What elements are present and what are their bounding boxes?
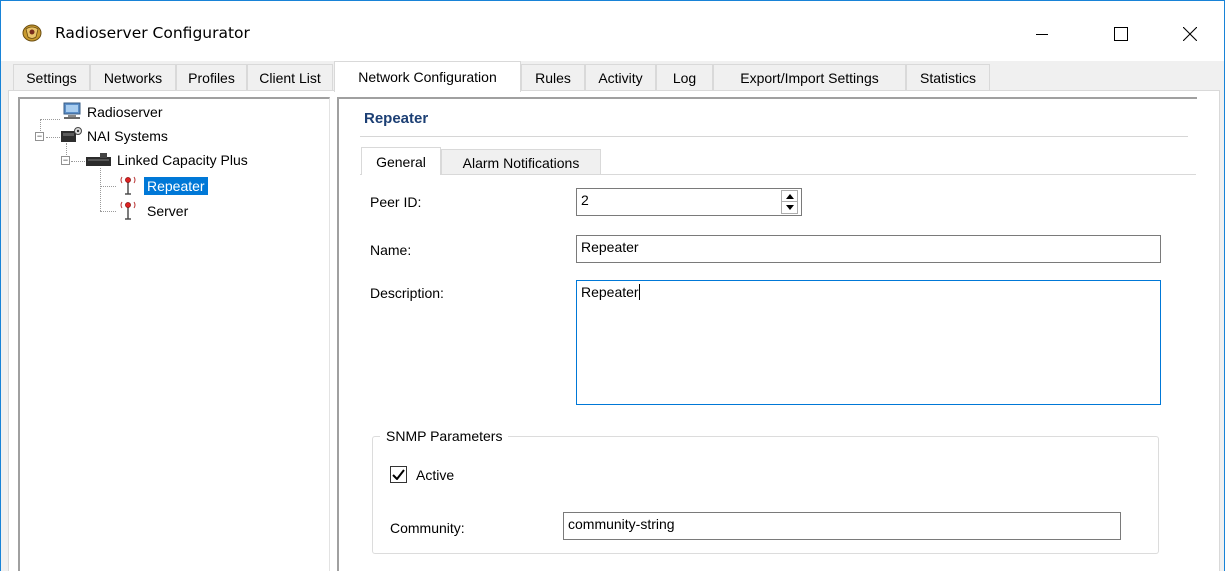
maximize-icon [1114,27,1128,41]
minimize-button[interactable] [1019,11,1065,57]
tab-activity[interactable]: Activity [585,64,656,90]
tree-item-label: Server [147,203,189,219]
stepper-up-button[interactable] [781,190,798,202]
tab-client-list[interactable]: Client List [247,64,333,90]
tree-item-label: Radioserver [87,104,163,120]
text-cursor [638,284,640,300]
window-title: Radioserver Configurator [55,24,250,42]
tab-network-configuration[interactable]: Network Configuration [334,61,521,92]
title-bar[interactable]: Radioserver Configurator [1,1,1224,61]
tree-item-label: Linked Capacity Plus [117,152,248,168]
tree-item-repeater[interactable]: Repeater [116,175,208,197]
section-title: Repeater [364,110,429,127]
capacity-system-icon [84,150,114,171]
name-label: Name: [370,242,412,258]
close-button[interactable] [1167,11,1213,57]
community-label: Community: [390,520,465,536]
snmp-group-title: SNMP Parameters [380,428,509,444]
chevron-up-icon [785,193,794,199]
tree-item-linked-capacity-plus[interactable]: Linked Capacity Plus [84,149,251,171]
subtab-divider [360,174,1196,175]
collapse-toggle-linked-capacity-plus[interactable]: − [61,156,70,165]
tree-item-label: Repeater [144,177,208,195]
peer-id-input[interactable]: 2 [576,188,802,216]
peer-id-label: Peer ID: [370,194,422,210]
checkmark-icon [392,469,405,480]
description-label: Description: [370,285,444,301]
antenna-icon [116,175,144,198]
tree-connector [71,161,85,162]
name-field[interactable]: Repeater [576,235,1161,263]
maximize-button[interactable] [1098,11,1144,57]
main-tab-bar: Settings Networks Profiles Client List N… [1,61,1224,92]
peer-id-stepper[interactable] [781,190,798,214]
tree-item-server[interactable]: Server [116,200,191,222]
tree-connector [40,119,60,120]
description-field[interactable]: Repeater [576,280,1161,405]
tree-item-nai-systems[interactable]: NAI Systems [58,125,171,147]
tree-connector [100,186,116,187]
network-tree[interactable]: − − Radioserver NAI Systems Linked Capac… [18,97,330,571]
chevron-down-icon [785,205,794,210]
radioserver-app-icon [21,23,43,43]
monitor-icon [58,102,84,123]
tab-log[interactable]: Log [656,64,713,90]
tab-profiles[interactable]: Profiles [176,64,247,90]
stepper-down-button[interactable] [781,202,798,214]
subtab-general[interactable]: General [361,147,441,175]
tab-rules[interactable]: Rules [521,64,585,90]
divider [360,136,1188,137]
network-systems-icon [58,126,84,147]
description-text: Repeater [581,284,639,300]
tree-connector [100,211,116,212]
tree-item-radioserver[interactable]: Radioserver [58,101,165,123]
active-checkbox[interactable] [390,466,407,483]
tree-connector [100,168,101,211]
close-icon [1183,27,1197,41]
tab-export-import-settings[interactable]: Export/Import Settings [713,64,906,90]
tab-settings[interactable]: Settings [13,64,90,90]
tab-networks[interactable]: Networks [90,64,176,90]
community-field[interactable]: community-string [563,512,1121,540]
tree-item-label: NAI Systems [87,128,168,144]
tab-statistics[interactable]: Statistics [906,64,990,90]
collapse-toggle-nai-systems[interactable]: − [35,132,44,141]
minimize-icon [1036,34,1048,35]
antenna-icon [116,200,144,223]
subtab-alarm-notifications[interactable]: Alarm Notifications [441,149,601,175]
active-label[interactable]: Active [416,467,454,483]
